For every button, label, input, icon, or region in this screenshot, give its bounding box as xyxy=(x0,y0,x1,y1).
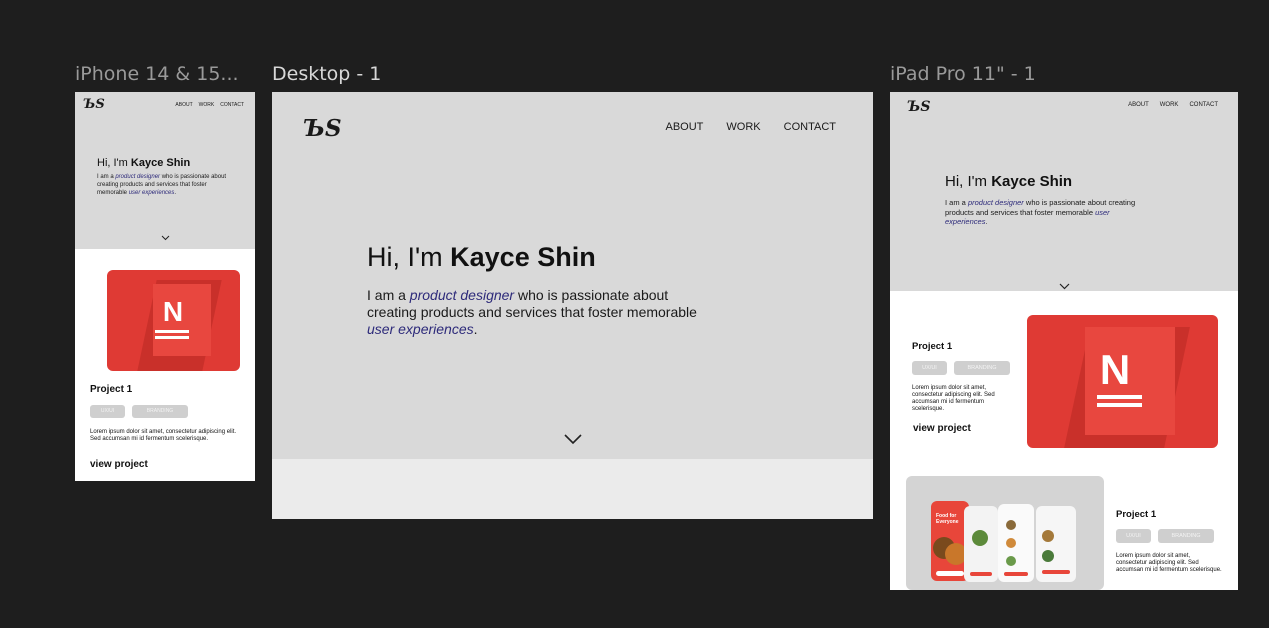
n-logo-letter: N xyxy=(162,296,184,327)
project-title: Project 1 xyxy=(912,341,953,352)
hero-section: ЪЅ ABOUT WORK CONTACT Hi, I'm Kayce Shin… xyxy=(75,92,255,249)
chevron-down-icon[interactable] xyxy=(1059,283,1070,290)
chevron-down-icon[interactable] xyxy=(564,434,582,445)
intro-part: . xyxy=(985,217,988,226)
project-description: Lorem ipsum dolor sit amet, consectetur … xyxy=(912,385,995,412)
intro-role-link: product designer xyxy=(409,287,515,303)
tag-branding: BRANDING xyxy=(132,405,188,418)
tag-branding: BRANDING xyxy=(1158,529,1214,543)
nav-about[interactable]: ABOUT xyxy=(666,121,704,133)
project-thumbnail-food[interactable]: Food for Everyone xyxy=(906,476,1104,590)
nav-bar: ABOUT WORK CONTACT xyxy=(1128,102,1218,108)
project-thumbnail[interactable]: N xyxy=(1027,315,1218,448)
nav-work[interactable]: WORK xyxy=(1160,102,1179,108)
intro-part: I am a xyxy=(97,174,116,180)
n-logo-bar xyxy=(155,330,189,333)
hero-section: ЪЅ ABOUT WORK CONTACT Hi, I'm Kayce Shin… xyxy=(890,92,1238,291)
name-text: Kayce Shin xyxy=(991,173,1073,190)
phone-mockup xyxy=(998,504,1034,582)
nav-contact[interactable]: CONTACT xyxy=(220,102,244,108)
project-description: Lorem ipsum dolor sit amet, consectetur … xyxy=(90,429,237,442)
phone-mockup xyxy=(1036,506,1076,582)
desktop-frame[interactable]: ЪЅ ABOUT WORK CONTACT Hi, I'm Kayce Shin… xyxy=(272,92,873,519)
frame-label-desktop[interactable]: Desktop - 1 xyxy=(272,63,381,85)
view-project-link[interactable]: view project xyxy=(913,423,971,434)
n-logo-bar xyxy=(1097,403,1142,407)
frame-label-ipad[interactable]: iPad Pro 11" - 1 xyxy=(890,63,1036,85)
intro-text: I am a product designer who is passionat… xyxy=(367,287,702,338)
project-description: Lorem ipsum dolor sit amet, consectetur … xyxy=(1116,553,1222,573)
page-title: Hi, I'm Kayce Shin xyxy=(97,157,190,169)
view-project-link[interactable]: view project xyxy=(90,459,148,470)
tag-ux-ui: UX/UI xyxy=(1116,529,1151,543)
nav-work[interactable]: WORK xyxy=(726,121,760,133)
intro-role-link: product designer xyxy=(967,198,1024,207)
intro-text: I am a product designer who is passionat… xyxy=(945,198,1140,227)
greeting-text: Hi, I'm xyxy=(97,157,131,169)
nav-bar: ABOUT WORK CONTACT xyxy=(175,102,244,108)
project-thumbnail[interactable]: N xyxy=(107,270,240,371)
name-text: Kayce Shin xyxy=(130,157,191,169)
intro-goal-link: user experiences xyxy=(367,321,474,337)
intro-part: . xyxy=(174,190,177,196)
tag-branding: BRANDING xyxy=(954,361,1010,375)
logo-icon[interactable]: ЪЅ xyxy=(83,98,105,111)
greeting-text: Hi, I'm xyxy=(945,173,992,190)
tag-ux-ui: UX/UI xyxy=(90,405,125,418)
intro-part: I am a xyxy=(945,198,968,207)
logo-icon[interactable]: ЪЅ xyxy=(303,117,342,140)
page-title: Hi, I'm Kayce Shin xyxy=(367,242,596,273)
nav-about[interactable]: ABOUT xyxy=(1128,102,1149,108)
n-logo-letter: N xyxy=(1099,346,1131,393)
intro-part: I am a xyxy=(367,287,410,303)
project-title: Project 1 xyxy=(90,384,133,395)
n-logo-bar xyxy=(1097,395,1142,399)
nav-bar: ABOUT WORK CONTACT xyxy=(666,121,837,133)
food-card-headline: Food for Everyone xyxy=(936,513,959,525)
nav-contact[interactable]: CONTACT xyxy=(1189,102,1218,108)
n-logo-bar xyxy=(155,336,189,339)
iphone-frame[interactable]: ЪЅ ABOUT WORK CONTACT Hi, I'm Kayce Shin… xyxy=(75,92,255,481)
name-text: Kayce Shin xyxy=(450,242,596,272)
frame-label-iphone[interactable]: iPhone 14 & 15... xyxy=(75,63,239,85)
logo-icon[interactable]: ЪЅ xyxy=(907,100,931,114)
page-title: Hi, I'm Kayce Shin xyxy=(945,173,1072,190)
intro-part: . xyxy=(473,321,478,337)
hero-section: ЪЅ ABOUT WORK CONTACT Hi, I'm Kayce Shin… xyxy=(272,92,873,459)
intro-text: I am a product designer who is passionat… xyxy=(97,173,232,197)
greeting-text: Hi, I'm xyxy=(367,242,451,272)
nav-work[interactable]: WORK xyxy=(199,102,215,108)
ipad-frame[interactable]: ЪЅ ABOUT WORK CONTACT Hi, I'm Kayce Shin… xyxy=(890,92,1238,590)
nav-about[interactable]: ABOUT xyxy=(175,102,192,108)
intro-goal-link: user experiences xyxy=(128,190,175,196)
tag-ux-ui: UX/UI xyxy=(912,361,947,375)
chevron-down-icon[interactable] xyxy=(161,235,170,241)
project-title: Project 1 xyxy=(1116,509,1157,520)
intro-role-link: product designer xyxy=(115,174,161,180)
phone-mockup xyxy=(964,506,998,582)
nav-contact[interactable]: CONTACT xyxy=(784,121,836,133)
